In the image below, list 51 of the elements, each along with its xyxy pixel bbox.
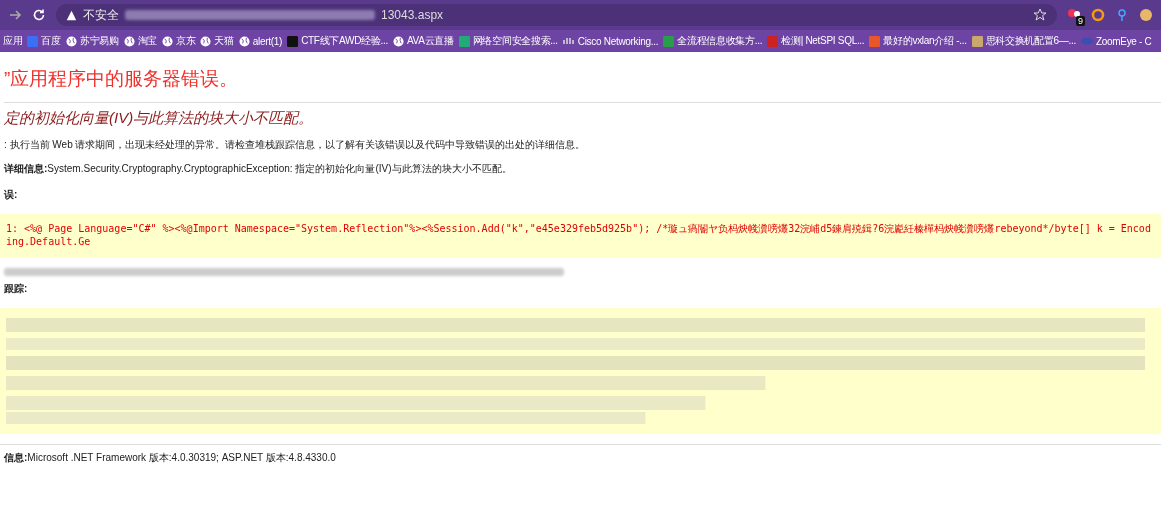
site-icon bbox=[458, 35, 470, 47]
url-text: 13043.aspx bbox=[381, 8, 444, 22]
bookmark-link[interactable]: 京东 bbox=[162, 34, 196, 48]
site-icon bbox=[869, 35, 881, 47]
bookmark-link[interactable]: 应用 bbox=[3, 34, 23, 48]
bars-icon bbox=[562, 36, 575, 46]
bookmark-link[interactable]: 苏宁易购 bbox=[65, 34, 119, 48]
details-label: 详细信息: bbox=[4, 162, 48, 176]
version-text: Microsoft .NET Framework 版本:4.0.30319; ASP.NET 版本:4.8.4330.0 bbox=[27, 451, 336, 465]
security-label: 不安全 bbox=[83, 6, 119, 24]
pin-icon[interactable] bbox=[1115, 8, 1129, 22]
address-bar[interactable]: 不安全 13043.aspx bbox=[56, 4, 1057, 26]
bookmark-link[interactable]: 百度 bbox=[27, 34, 61, 48]
bookmark-link[interactable]: 网络空间安全搜索... bbox=[458, 34, 558, 48]
bookmark-link[interactable]: 全流程信息收集方... bbox=[663, 34, 763, 48]
ring-icon[interactable] bbox=[1091, 8, 1105, 22]
globe-icon bbox=[123, 35, 135, 47]
bookmark-link[interactable]: alert(1) bbox=[238, 35, 283, 47]
error-heading: ”应用程序中的服务器错误。 bbox=[4, 67, 240, 91]
globe-icon bbox=[200, 35, 212, 47]
warning-icon bbox=[66, 9, 77, 21]
bookmark-link[interactable]: 天猫 bbox=[200, 34, 234, 48]
forward-icon[interactable] bbox=[8, 8, 22, 22]
eye-icon bbox=[1080, 37, 1093, 45]
version-label: 信息: bbox=[4, 451, 28, 465]
bookmark-link[interactable]: 检测| NetSPI SQL... bbox=[767, 34, 865, 48]
bookmark-link[interactable]: AVA云直播 bbox=[392, 34, 454, 48]
bookmark-link[interactable]: 淘宝 bbox=[123, 34, 158, 48]
globe-icon bbox=[65, 35, 77, 47]
details-text: System.Security.Cryptography.CryptographicException: 指定的初始化向量(IV)与此算法的块大小不匹配。 bbox=[47, 162, 512, 176]
reload-icon[interactable] bbox=[32, 8, 46, 22]
site-icon bbox=[287, 35, 299, 47]
site-icon bbox=[971, 35, 983, 47]
bookmark-link[interactable]: 最好的vxlan介绍 -... bbox=[869, 34, 967, 48]
globe-icon bbox=[162, 35, 174, 47]
globe-icon bbox=[238, 35, 250, 47]
bookmark-link[interactable]: 思科交换机配置6—... bbox=[971, 34, 1076, 48]
description-text: : 执行当前 Web 请求期间，出现未经处理的异常。请检查堆栈跟踪信息，以了解有关该错误以及代码中导致错误的出处的详细信息。 bbox=[4, 138, 587, 152]
site-icon bbox=[663, 35, 675, 47]
bookmark-link[interactable]: CTF线下AWD经验... bbox=[287, 34, 388, 48]
cookie-icon[interactable] bbox=[1139, 8, 1153, 22]
globe-icon bbox=[392, 35, 404, 47]
site-icon bbox=[767, 35, 779, 47]
source-code-line: 1: <%@ Page Language="C#" %><%@Import Namespace="System.Reflection"%><%Session.Add("k","e45e329feb5d925b"); /*璇ュ瘑閽ヤ负杩炴帴瀵嗙爜32浣峬d5鍊肩殑鍓?6浣嶏紝榛樿杩炴帴瀵嗙爜rebeyond*/byte[] k = Encoding.Default.Ge bbox=[6, 222, 1152, 248]
error-subheading: 定的初始化向量(IV)与此算法的块大小不匹配。 bbox=[4, 109, 315, 128]
bookmark-link[interactable]: Cisco Networking... bbox=[562, 35, 659, 47]
bookmark-link[interactable]: ZoomEye - C bbox=[1080, 35, 1152, 47]
source-error-label: 误: bbox=[4, 188, 18, 202]
star-icon[interactable] bbox=[1033, 8, 1047, 22]
site-icon bbox=[27, 35, 39, 47]
stack-trace-label: 跟踪: bbox=[4, 282, 28, 296]
